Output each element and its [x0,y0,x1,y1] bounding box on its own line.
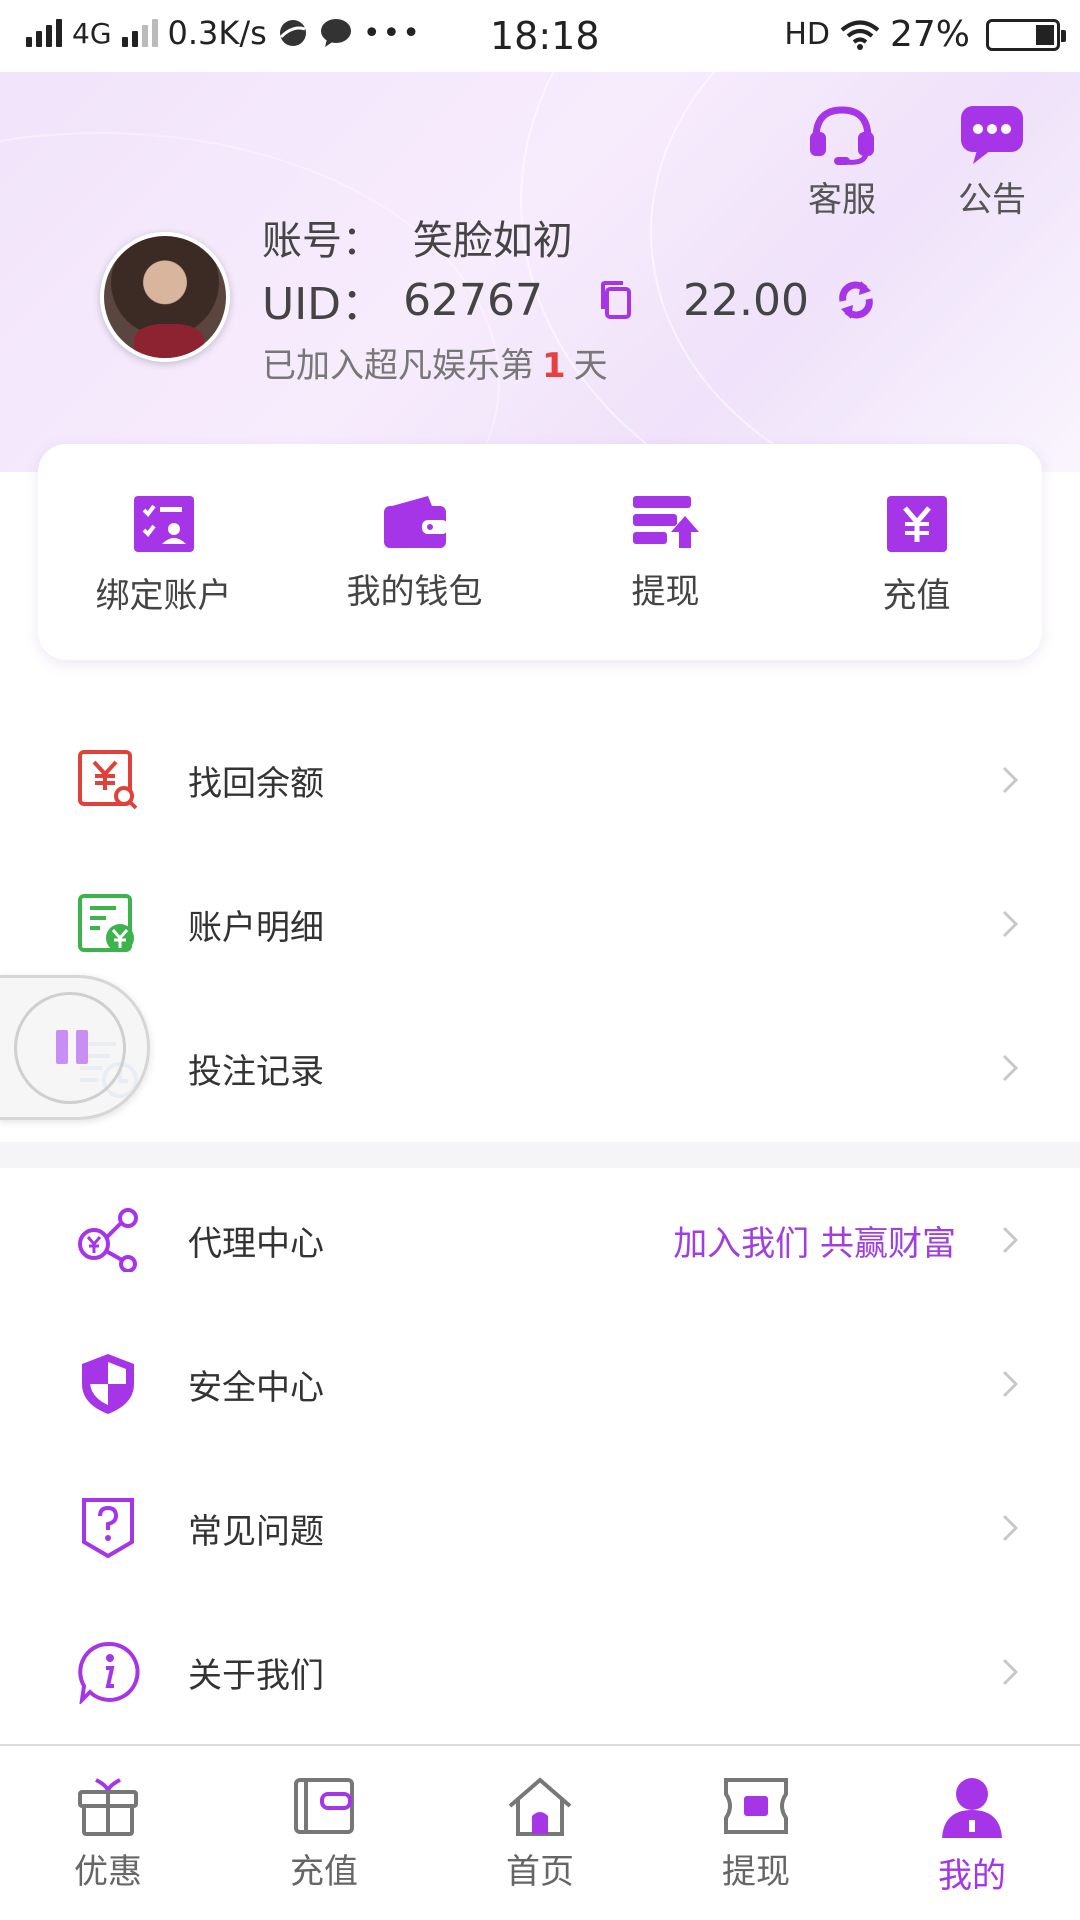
announcement-label: 公告 [958,180,1026,220]
quick-recharge-label: 充值 [882,576,951,616]
menu-item-recover-balance[interactable]: 找回余额 [0,708,1080,852]
menu-group-secondary: 代理中心 加入我们 共赢财富 安全中心 常见问题 关于我们 [0,1168,1080,1744]
signal-icon-2 [121,19,158,47]
floating-assistive-button[interactable] [0,975,150,1120]
account-details-icon [78,894,134,952]
battery-icon [986,18,1066,51]
recharge-icon [886,496,947,552]
copy-icon[interactable] [599,281,633,319]
announcement-button[interactable]: 公告 [958,104,1026,221]
network-speed: 0.3K/s [167,14,267,52]
account-name: 笑脸如初 [412,218,573,264]
gift-icon [78,1778,138,1836]
menu-item-security-center[interactable]: 安全中心 [0,1312,1080,1456]
tab-home[interactable]: 首页 [432,1746,648,1920]
avatar[interactable] [100,232,230,362]
quick-bind-account[interactable]: 绑定账户 [38,444,289,660]
tab-label: 提现 [722,1852,790,1892]
chat-icon [320,19,351,47]
quick-withdraw[interactable]: 提现 [540,444,791,660]
pause-bar-left [56,1030,68,1064]
network-type: 4G [72,16,112,50]
menu-item-bet-records[interactable]: 投注记录 [0,996,1080,1140]
chevron-right-icon [1002,1226,1019,1254]
cash-ticket-icon [724,1778,788,1834]
uid-value: 62767 [403,274,544,326]
about-info-icon [78,1641,140,1704]
menu-label: 投注记录 [188,1051,324,1092]
menu-label: 常见问题 [188,1511,324,1552]
menu-item-about-us[interactable]: 关于我们 [0,1600,1080,1744]
profile-screen: 4G 0.3K/s ••• 18:18 HD 27% 客服 公告 账号： 笑脸如… [0,0,1080,1920]
wallet-card-icon [294,1778,354,1834]
faq-icon [82,1498,134,1559]
tab-label: 充值 [290,1852,358,1892]
floating-ring [14,992,126,1104]
pause-bar-right [76,1030,88,1064]
uid-label: UID： [262,279,386,330]
join-days: 1 [542,346,566,386]
status-bar: 4G 0.3K/s ••• 18:18 HD 27% [0,0,1080,72]
more-dots-icon: ••• [362,15,422,51]
withdraw-icon [632,496,699,548]
quick-my-wallet-label: 我的钱包 [346,572,483,612]
bottom-tab-bar: 优惠 充值 首页 提现 我的 [0,1744,1080,1920]
chevron-right-icon [1002,1514,1019,1542]
section-divider [0,1142,1080,1168]
bind-account-icon [133,496,194,552]
clock: 18:18 [490,14,600,58]
agent-center-icon [78,1208,138,1272]
recover-balance-icon [78,750,138,810]
wifi-icon [840,20,880,50]
tab-label: 优惠 [74,1852,142,1892]
tab-recharge[interactable]: 充值 [216,1746,432,1920]
customer-service-button[interactable]: 客服 [806,104,878,221]
message-bubble-icon [961,106,1023,164]
chevron-right-icon [1002,910,1019,938]
quick-my-wallet[interactable]: 我的钱包 [289,444,540,660]
browser-icon [279,20,306,46]
chevron-right-icon [1002,1370,1019,1398]
join-suffix: 天 [573,346,608,386]
tab-withdraw[interactable]: 提现 [648,1746,864,1920]
chevron-right-icon [1002,1658,1019,1686]
quick-bind-account-label: 绑定账户 [95,576,232,616]
uid-row: UID： 62767 22.00 [262,268,877,332]
signal-icon [26,19,62,47]
join-info: 已加入超凡娱乐第 1 天 [262,338,608,387]
battery-percent: 27% [889,14,970,55]
agent-slogan: 加入我们 共赢财富 [673,1223,956,1264]
security-shield-icon [82,1354,134,1414]
tab-label: 首页 [506,1852,574,1892]
menu-label: 关于我们 [188,1655,324,1696]
user-icon [942,1778,1002,1838]
account-label: 账号： [262,218,382,264]
balance-value: 22.00 [683,274,810,326]
menu-label: 代理中心 [188,1223,324,1264]
home-icon [508,1777,572,1836]
quick-recharge[interactable]: 充值 [791,444,1042,660]
tab-promotions[interactable]: 优惠 [0,1746,216,1920]
quick-actions-card: 绑定账户 我的钱包 提现 充值 [38,444,1042,660]
menu-group-primary: 找回余额 账户明细 投注记录 [0,708,1080,1140]
menu-item-agent-center[interactable]: 代理中心 加入我们 共赢财富 [0,1168,1080,1312]
menu-label: 安全中心 [188,1367,324,1408]
menu-label: 账户明细 [188,907,324,948]
quick-withdraw-label: 提现 [631,572,700,612]
wallet-icon [383,496,448,548]
customer-service-label: 客服 [808,180,876,220]
menu-item-faq[interactable]: 常见问题 [0,1456,1080,1600]
menu-label: 找回余额 [188,763,324,804]
chevron-right-icon [1002,1054,1019,1082]
chevron-right-icon [1002,766,1019,794]
join-prefix: 已加入超凡娱乐第 [262,346,534,386]
menu-item-account-details[interactable]: 账户明细 [0,852,1080,996]
hd-indicator: HD [784,17,830,52]
tab-mine[interactable]: 我的 [864,1746,1080,1920]
refresh-icon[interactable] [835,279,877,321]
headset-icon [810,106,874,165]
tab-label: 我的 [938,1856,1006,1896]
account-row: 账号： 笑脸如初 [262,208,573,266]
